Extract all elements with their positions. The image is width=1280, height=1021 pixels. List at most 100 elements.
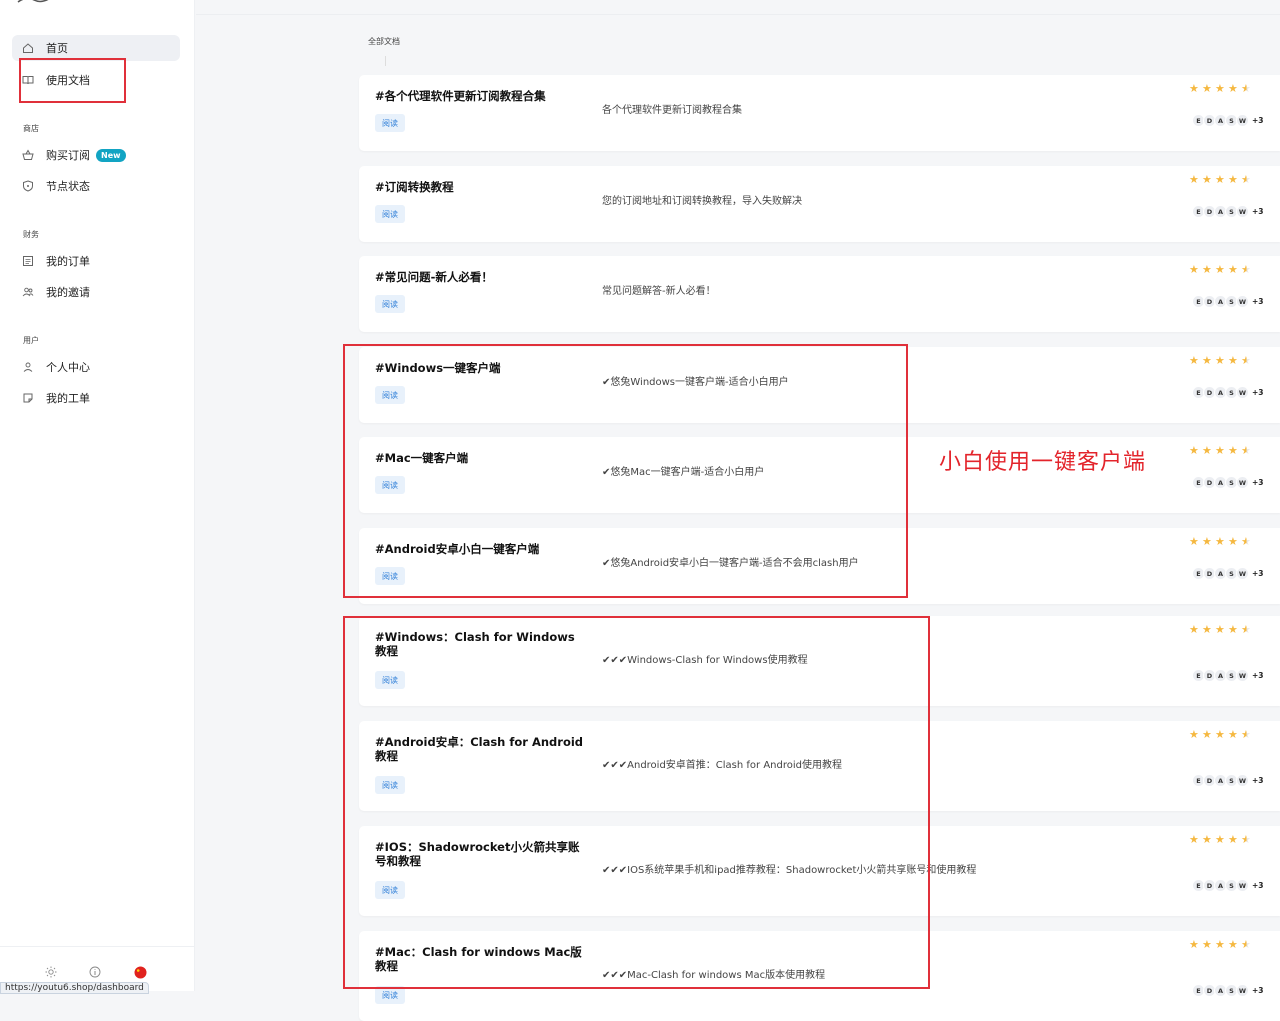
star-icon: ★	[1202, 82, 1212, 95]
header-divider	[196, 14, 1280, 15]
avatar-group: E D A S W +3	[1192, 567, 1264, 580]
sun-icon[interactable]	[44, 965, 58, 979]
doc-card[interactable]: #Android安卓小白一键客户端 阅读 ✔悠兔Android安卓小白一键客户端-适…	[359, 528, 1280, 604]
read-button[interactable]: 阅读	[375, 671, 405, 689]
logo[interactable]	[16, 0, 56, 6]
read-button[interactable]: 阅读	[375, 776, 405, 794]
doc-card[interactable]: #各个代理软件更新订阅教程合集 阅读 各个代理软件更新订阅教程合集 ★ ★ ★ ★ ★ E D A S…	[359, 75, 1280, 151]
star-icon: ★	[1189, 82, 1199, 95]
star-icon: ★	[1228, 833, 1238, 846]
doc-description: ✔✔✔Android安卓首推：Clash for Android使用教程	[602, 760, 843, 771]
breadcrumb[interactable]: 全部文档	[368, 36, 400, 47]
half-star-icon: ★	[1241, 444, 1251, 457]
star-icon: ★	[1189, 833, 1199, 846]
star-icon: ★	[1228, 82, 1238, 95]
avatar: W	[1236, 476, 1249, 489]
star-icon: ★	[1215, 354, 1225, 367]
avatar-more-count: +3	[1252, 297, 1264, 306]
rating-stars: ★ ★ ★ ★ ★	[1189, 536, 1252, 547]
doc-title[interactable]: #各个代理软件更新订阅教程合集	[375, 89, 585, 103]
sidebar-item-my-orders[interactable]: 我的订单	[12, 248, 180, 274]
doc-description: 常见问题解答-新人必看！	[602, 286, 716, 297]
star-icon: ★	[1228, 354, 1238, 367]
rating-stars: ★ ★ ★ ★ ★	[1189, 729, 1252, 740]
doc-card[interactable]: #Android安卓：Clash for Android教程阅读 ✔✔✔Andro…	[359, 721, 1280, 811]
star-icon: ★	[1202, 938, 1212, 951]
doc-description: 各个代理软件更新订阅教程合集	[602, 105, 742, 116]
doc-title[interactable]: #Windows一键客户端	[375, 361, 585, 375]
avatar-group: E D A S W +3	[1192, 879, 1264, 892]
rating-stars: ★ ★ ★ ★ ★	[1189, 355, 1252, 366]
doc-title[interactable]: #Windows：Clash for Windows教程	[375, 630, 585, 658]
avatar-group: E D A S W +3	[1192, 774, 1264, 787]
annotation-text: 小白使用一键客户端	[939, 450, 1147, 475]
avatar-more-count: +3	[1252, 116, 1264, 125]
china-flag-icon[interactable]	[133, 965, 147, 979]
half-star-icon: ★	[1241, 623, 1251, 636]
sidebar-item-profile[interactable]: 个人中心	[12, 354, 180, 380]
read-button[interactable]: 阅读	[375, 386, 405, 404]
doc-card[interactable]: #Windows一键客户端 阅读 ✔悠兔Windows一键客户端-适合小白用户 ★ ★ ★…	[359, 347, 1280, 423]
read-button[interactable]: 阅读	[375, 986, 405, 1004]
avatar-group: E D A S W +3	[1192, 669, 1264, 682]
section-label-shop: 商店	[23, 124, 39, 133]
sidebar-item-label: 使用文档	[46, 74, 90, 87]
doc-title[interactable]: #Android安卓：Clash for Android教程	[375, 735, 585, 763]
avatar: W	[1236, 386, 1249, 399]
sidebar-item-label: 我的工单	[46, 392, 90, 405]
half-star-icon: ★	[1241, 263, 1251, 276]
sidebar-item-label: 个人中心	[46, 361, 90, 374]
doc-description: ✔✔✔Mac-Clash for windows Mac版本使用教程	[602, 970, 826, 981]
doc-title[interactable]: #订阅转换教程	[375, 180, 585, 194]
sidebar-item-tickets[interactable]: 我的工单	[12, 385, 180, 411]
info-icon[interactable]	[88, 965, 102, 979]
doc-title[interactable]: #IOS：Shadowrocket小火箭共享账号和教程	[375, 840, 585, 868]
doc-title[interactable]: #Android安卓小白一键客户端	[375, 542, 585, 556]
star-icon: ★	[1189, 354, 1199, 367]
sidebar-item-home[interactable]: 首页	[12, 35, 180, 61]
star-icon: ★	[1189, 938, 1199, 951]
star-icon: ★	[1215, 263, 1225, 276]
section-label-finance: 财务	[23, 230, 39, 239]
section-label-user: 用户	[23, 336, 39, 345]
home-icon	[21, 41, 35, 55]
sidebar-item-buy-subscription[interactable]: 购买订阅 New	[12, 142, 180, 168]
read-button[interactable]: 阅读	[375, 881, 405, 899]
read-button[interactable]: 阅读	[375, 295, 405, 313]
read-button[interactable]: 阅读	[375, 205, 405, 223]
doc-card[interactable]: #订阅转换教程 阅读 您的订阅地址和订阅转换教程，导入失败解决 ★ ★ ★ ★ ★ E D A S W +…	[359, 166, 1280, 242]
sidebar-item-node-status[interactable]: 节点状态	[12, 173, 180, 199]
read-button[interactable]: 阅读	[375, 476, 405, 494]
avatar: W	[1236, 669, 1249, 682]
sidebar-item-docs[interactable]: 使用文档	[12, 67, 180, 93]
half-star-icon: ★	[1241, 938, 1251, 951]
sidebar-item-label: 首页	[46, 42, 68, 55]
doc-card[interactable]: #IOS：Shadowrocket小火箭共享账号和教程 阅读 ✔✔✔IOS系统苹果手…	[359, 826, 1280, 916]
avatar-more-count: +3	[1252, 569, 1264, 578]
star-icon: ★	[1189, 263, 1199, 276]
rating-stars: ★ ★ ★ ★ ★	[1189, 834, 1252, 845]
star-icon: ★	[1202, 535, 1212, 548]
doc-card[interactable]: #常见问题-新人必看！ 阅读 常见问题解答-新人必看！ ★ ★ ★ ★ ★ E D A S W +3	[359, 256, 1280, 332]
star-icon: ★	[1215, 535, 1225, 548]
doc-card[interactable]: #Mac：Clash for windows Mac版教程阅读 ✔✔✔Mac-Cl…	[359, 931, 1280, 1021]
read-button[interactable]: 阅读	[375, 567, 405, 585]
sidebar-item-label: 我的邀请	[46, 286, 90, 299]
avatar: W	[1236, 205, 1249, 218]
star-icon: ★	[1228, 173, 1238, 186]
rating-stars: ★ ★ ★ ★ ★	[1189, 624, 1252, 635]
star-icon: ★	[1215, 833, 1225, 846]
doc-title[interactable]: #Mac一键客户端	[375, 451, 585, 465]
doc-title[interactable]: #Mac：Clash for windows Mac版教程	[375, 945, 585, 973]
sidebar-item-my-invites[interactable]: 我的邀请	[12, 279, 180, 305]
list-icon	[21, 254, 35, 268]
status-url: https://youtu6.shop/dashboard	[0, 982, 149, 994]
doc-title[interactable]: #常见问题-新人必看！	[375, 270, 585, 284]
star-icon: ★	[1189, 623, 1199, 636]
star-icon: ★	[1202, 623, 1212, 636]
doc-card[interactable]: #Windows：Clash for Windows教程 阅读 ✔✔✔Windows…	[359, 616, 1280, 706]
avatar-more-count: +3	[1252, 881, 1264, 890]
read-button[interactable]: 阅读	[375, 114, 405, 132]
basket-icon	[21, 148, 35, 162]
avatar: W	[1236, 567, 1249, 580]
